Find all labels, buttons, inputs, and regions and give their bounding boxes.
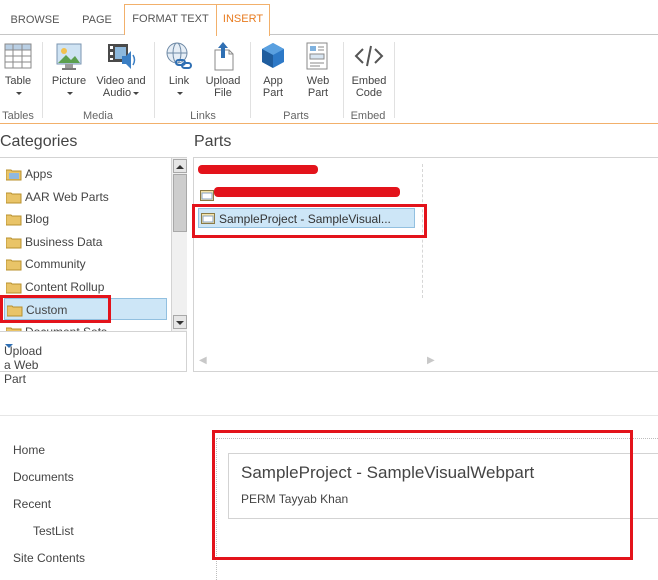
- chevron-down-icon: [16, 91, 22, 95]
- video-audio-label-text: Audio: [102, 87, 132, 99]
- category-item-apps[interactable]: Apps: [4, 163, 167, 185]
- group-label-media: Media: [83, 110, 113, 122]
- chevron-down-icon: [133, 91, 140, 95]
- tab-format-text[interactable]: FORMAT TEXT: [124, 4, 216, 35]
- folder-icon: [6, 282, 22, 294]
- chevron-up-icon: [176, 165, 184, 169]
- group-separator: [343, 42, 344, 118]
- chevron-down-icon: [176, 321, 184, 325]
- parts-next-icon[interactable]: ▶: [427, 355, 435, 366]
- category-item-blog[interactable]: Blog: [4, 208, 167, 230]
- table-dropdown: [0, 87, 36, 99]
- video-audio-label-line2: Audio: [92, 87, 150, 99]
- group-label-tables: Tables: [2, 110, 34, 122]
- redacted-part-item: [214, 187, 400, 197]
- folder-icon: [6, 214, 22, 226]
- annotation-highlight-custom: [0, 295, 111, 323]
- ribbon-insert: Table Tables Picture Video and Audio Med…: [0, 36, 658, 124]
- apps-folder-icon: [6, 169, 22, 181]
- category-label: Community: [25, 257, 86, 271]
- table-icon: [4, 43, 32, 69]
- web-part-icon: [306, 42, 328, 70]
- parts-header: Parts: [194, 133, 232, 150]
- group-label-links: Links: [190, 110, 216, 122]
- table-label: Table: [4, 75, 32, 87]
- group-separator: [250, 42, 251, 118]
- annotation-highlight-part: [192, 204, 427, 238]
- web-part-button[interactable]: Web Part: [298, 40, 338, 99]
- parts-prev-icon[interactable]: ◀: [199, 355, 207, 366]
- group-separator: [42, 42, 43, 118]
- category-item-aar-web-parts[interactable]: AAR Web Parts: [4, 186, 167, 208]
- quick-launch-home[interactable]: Home: [13, 443, 45, 457]
- quick-launch-testlist[interactable]: TestList: [33, 524, 74, 538]
- group-separator: [154, 42, 155, 118]
- scroll-up-button[interactable]: [173, 159, 187, 173]
- category-label: Blog: [25, 212, 50, 226]
- upload-web-part-label: Upload a Web Part: [4, 344, 43, 386]
- link-button[interactable]: Link: [160, 40, 198, 99]
- web-part-label-line1: Web: [306, 75, 330, 87]
- scroll-thumb[interactable]: [173, 174, 187, 232]
- quick-launch-recent[interactable]: Recent: [13, 497, 51, 511]
- tab-browse[interactable]: BROWSE: [4, 6, 66, 35]
- upload-web-part-link[interactable]: Upload a Web Part: [2, 338, 42, 386]
- upload-file-button[interactable]: Upload File: [202, 40, 244, 99]
- app-part-label-line1: App: [263, 75, 283, 87]
- categories-scrollbar[interactable]: [171, 158, 187, 331]
- category-label: Apps: [25, 167, 53, 181]
- embed-code-button[interactable]: Embed Code: [348, 40, 390, 99]
- table-button[interactable]: Table: [0, 40, 36, 99]
- upload-web-part-row: Upload a Web Part: [0, 332, 187, 386]
- group-separator: [394, 42, 395, 118]
- upload-file-label-line2: File: [214, 87, 232, 99]
- folder-icon: [6, 237, 22, 249]
- ribbon-tab-bar: BROWSE PAGE FORMAT TEXT INSERT: [0, 0, 658, 36]
- group-label-embed: Embed: [350, 110, 386, 122]
- chevron-down-icon: [67, 91, 73, 95]
- upload-file-icon: [214, 42, 234, 71]
- upload-file-label-line1: Upload: [205, 75, 241, 87]
- app-part-button[interactable]: App Part: [254, 40, 292, 99]
- folder-icon: [6, 192, 22, 204]
- app-part-label-line2: Part: [262, 87, 284, 99]
- quick-launch-documents[interactable]: Documents: [13, 470, 74, 484]
- picture-button[interactable]: Picture: [48, 40, 90, 99]
- app-part-icon: [262, 43, 284, 68]
- category-item-business-data[interactable]: Business Data: [4, 231, 167, 253]
- redacted-part-item: [198, 165, 318, 174]
- category-item-community[interactable]: Community: [4, 253, 167, 275]
- web-part-item-icon: [200, 190, 214, 201]
- categories-header: Categories: [0, 133, 78, 150]
- group-label-parts: Parts: [283, 110, 309, 122]
- quick-launch-site-contents[interactable]: Site Contents: [13, 551, 85, 565]
- folder-icon: [6, 259, 22, 271]
- category-label: Business Data: [25, 235, 103, 249]
- chevron-down-icon: [177, 91, 183, 95]
- picture-icon: [56, 43, 82, 70]
- category-label: AAR Web Parts: [25, 190, 109, 204]
- picture-dropdown: [48, 87, 90, 99]
- video-audio-icon: [108, 44, 136, 69]
- embed-code-label-line1: Embed: [351, 75, 387, 87]
- tab-page[interactable]: PAGE: [72, 6, 122, 35]
- content-separator: [0, 415, 658, 416]
- tab-insert[interactable]: INSERT: [216, 4, 270, 36]
- video-audio-label-line1: Video and: [96, 75, 146, 87]
- picture-label: Picture: [51, 75, 87, 87]
- embed-code-icon: [354, 45, 384, 67]
- annotation-highlight-webpart: [212, 430, 633, 560]
- scroll-down-button[interactable]: [173, 315, 187, 329]
- web-part-label-line2: Part: [307, 87, 329, 99]
- link-icon: [166, 42, 192, 69]
- video-audio-button[interactable]: Video and Audio: [92, 40, 150, 99]
- link-label: Link: [168, 75, 190, 87]
- embed-code-label-line2: Code: [355, 87, 383, 99]
- link-dropdown: [160, 87, 198, 99]
